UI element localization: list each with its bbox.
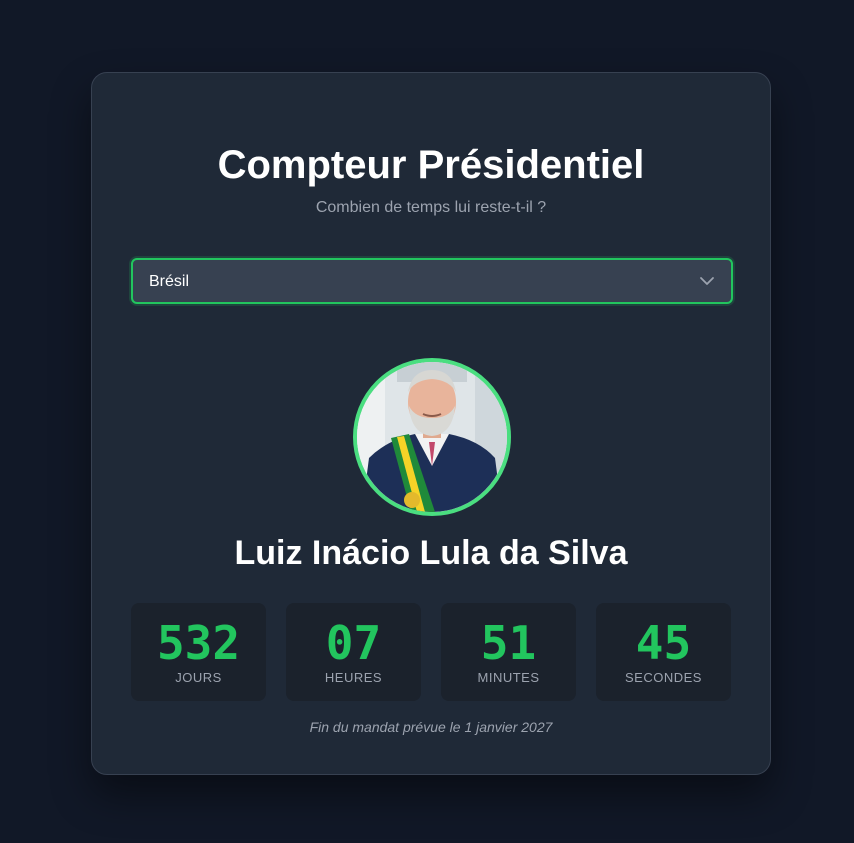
president-photo [353,358,511,516]
seconds-label: SECONDES [625,670,702,685]
days-tile: 532 JOURS [131,603,266,701]
hours-label: HEURES [324,670,383,685]
chevron-down-icon [699,274,715,288]
hours-tile: 07 HEURES [286,603,421,701]
seconds-tile: 45 SECONDES [596,603,731,701]
countdown-card: Compteur Présidentiel Combien de temps l… [91,72,771,775]
minutes-value: 51 [480,616,537,670]
page-subtitle: Combien de temps lui reste-t-il ? [315,199,547,216]
seconds-value: 45 [635,616,692,670]
days-value: 532 [156,616,241,670]
minutes-tile: 51 MINUTES [441,603,576,701]
country-select-value: Brésil [149,273,190,290]
minutes-label: MINUTES [477,670,540,685]
country-select[interactable]: Brésil [131,258,733,304]
page-title: Compteur Présidentiel [217,143,645,187]
days-label: JOURS [175,670,222,685]
president-name: Luiz Inácio Lula da Silva [234,534,628,572]
hours-value: 07 [325,616,382,670]
term-end-note: Fin du mandat prévue le 1 janvier 2027 [309,719,553,735]
